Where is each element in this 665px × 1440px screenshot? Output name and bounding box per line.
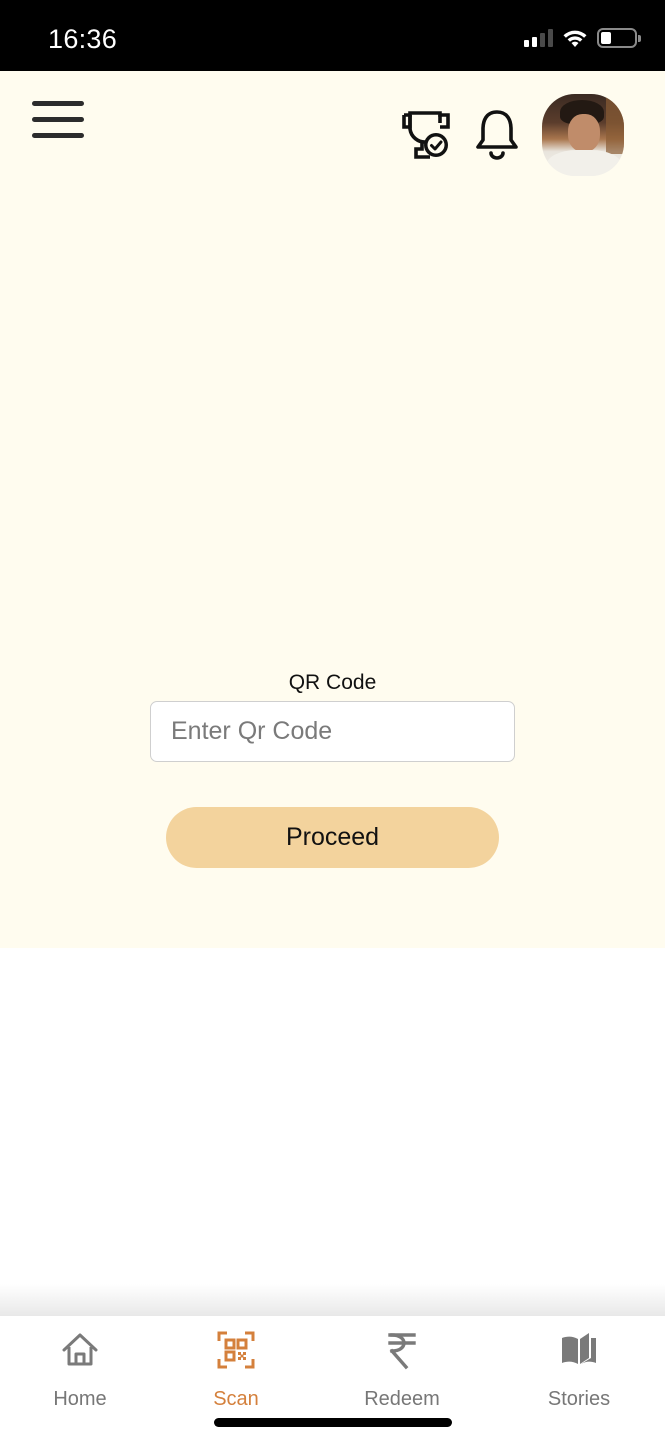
- battery-level: [601, 32, 611, 44]
- qr-code-input[interactable]: [150, 701, 515, 762]
- avatar-shirt: [546, 150, 622, 176]
- nav-label-scan: Scan: [213, 1388, 259, 1410]
- rupee-icon: [388, 1333, 416, 1370]
- main-content: QR Code Proceed: [0, 71, 665, 948]
- avatar-face: [568, 114, 600, 152]
- hamburger-menu-button[interactable]: [32, 99, 84, 143]
- avatar-background: [606, 94, 624, 154]
- trophy-check-icon[interactable]: [400, 109, 452, 161]
- book-icon: [562, 1333, 596, 1364]
- bottom-nav-shadow: [0, 1284, 665, 1318]
- qr-code-label: QR Code: [288, 671, 377, 694]
- qr-scan-icon: [217, 1331, 255, 1369]
- nav-item-stories[interactable]: Stories: [519, 1316, 639, 1416]
- battery-icon: [597, 28, 641, 48]
- nav-label-home: Home: [53, 1388, 107, 1410]
- status-icons: [524, 28, 641, 48]
- wifi-icon: [563, 30, 587, 47]
- nav-label-stories: Stories: [547, 1388, 611, 1410]
- nav-item-scan[interactable]: Scan: [176, 1316, 296, 1416]
- cellular-signal-icon: [524, 29, 553, 47]
- nav-item-redeem[interactable]: Redeem: [342, 1316, 462, 1416]
- scan-screen: 16:36 QR Code Enter Qr Code Proceed Home…: [0, 0, 665, 1440]
- proceed-button[interactable]: Proceed: [166, 807, 499, 868]
- bell-icon[interactable]: [474, 109, 520, 161]
- status-time: 16:36: [48, 24, 118, 54]
- profile-avatar[interactable]: [542, 94, 624, 176]
- nav-item-home[interactable]: Home: [20, 1316, 140, 1416]
- home-indicator[interactable]: [214, 1418, 452, 1427]
- nav-label-redeem: Redeem: [364, 1388, 440, 1410]
- home-icon: [62, 1333, 98, 1366]
- status-bar: 16:36: [0, 0, 665, 71]
